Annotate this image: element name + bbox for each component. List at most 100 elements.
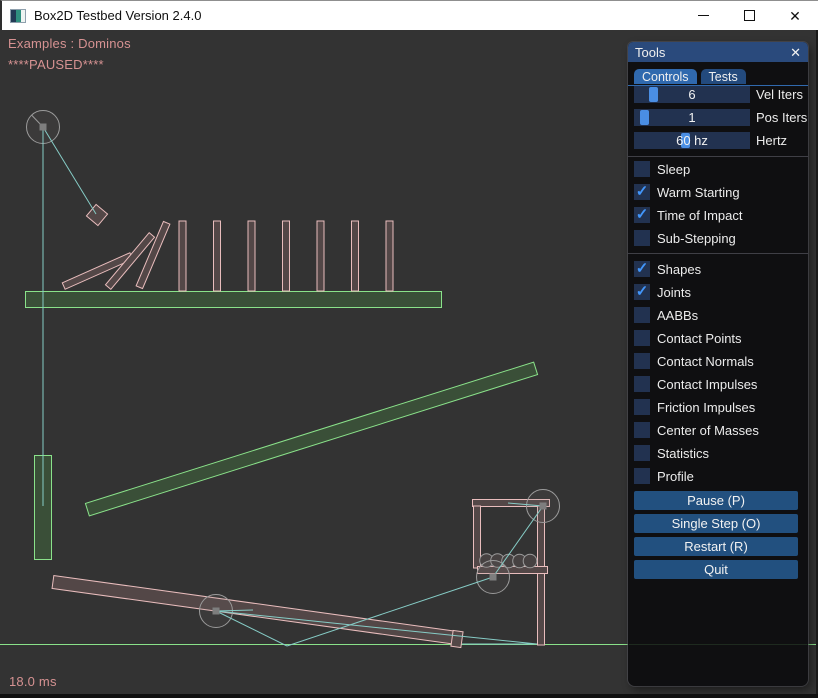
domino-shelf [26, 292, 442, 308]
ramp-plank [85, 362, 537, 516]
simulation-canvas[interactable]: Examples : Dominos ****PAUSED**** 18.0 m… [0, 30, 818, 698]
slider-pos-iters[interactable]: 1 Pos Iters [634, 109, 808, 126]
domino-fallen[interactable] [136, 221, 170, 288]
separator [628, 253, 808, 254]
anchor-square [540, 503, 547, 510]
checkbox-time-of-impact[interactable]: ✓ Time of Impact [634, 207, 808, 223]
checkbox-label: Warm Starting [657, 185, 740, 200]
solver-options: ✓ Sleep ✓ Warm Starting ✓ Time of Impact… [628, 161, 808, 246]
checkbox-box[interactable]: ✓ [634, 399, 650, 415]
maximize-button[interactable] [726, 1, 772, 31]
checkbox-label: Time of Impact [657, 208, 742, 223]
checkbox-box[interactable]: ✓ [634, 468, 650, 484]
domino-upright[interactable] [179, 221, 186, 291]
domino-upright[interactable] [317, 221, 324, 291]
close-button[interactable]: ✕ [772, 1, 818, 31]
quit-button[interactable]: Quit [634, 560, 798, 579]
checkbox-box[interactable]: ✓ [634, 161, 650, 177]
check-icon: ✓ [636, 282, 649, 300]
slider-track[interactable]: 60 hz [634, 132, 750, 149]
checkbox-label: Contact Normals [657, 354, 754, 369]
slider-label: Vel Iters [756, 87, 803, 102]
minimize-icon [698, 15, 709, 16]
paused-label: ****PAUSED**** [8, 57, 104, 72]
checkbox-label: Statistics [657, 446, 709, 461]
checkbox-box[interactable]: ✓ [634, 261, 650, 277]
checkbox-box[interactable]: ✓ [634, 184, 650, 200]
tab-bar: Controls Tests [634, 69, 808, 84]
pause-button[interactable]: Pause (P) [634, 491, 798, 510]
tab-controls[interactable]: Controls [634, 69, 697, 84]
close-icon: ✕ [789, 9, 801, 23]
checkbox-box[interactable]: ✓ [634, 284, 650, 300]
draw-options: ✓ Shapes ✓ Joints ✓ AABBs ✓ Contact Poin… [628, 261, 808, 484]
checkbox-contact-points[interactable]: ✓ Contact Points [634, 330, 808, 346]
small-ball[interactable] [523, 554, 537, 568]
plank-end-block[interactable] [451, 630, 463, 647]
separator [628, 156, 808, 157]
maximize-icon [744, 10, 755, 21]
checkbox-sleep[interactable]: ✓ Sleep [634, 161, 808, 177]
checkbox-statistics[interactable]: ✓ Statistics [634, 445, 808, 461]
checkbox-friction-impulses[interactable]: ✓ Friction Impulses [634, 399, 808, 415]
checkbox-box[interactable]: ✓ [634, 376, 650, 392]
checkbox-box[interactable]: ✓ [634, 307, 650, 323]
joint-anchors [40, 124, 547, 615]
panel-close-icon[interactable]: ✕ [790, 46, 801, 59]
checkbox-aabbs[interactable]: ✓ AABBs [634, 307, 808, 323]
titlebar: Box2D Testbed Version 2.4.0 ✕ [0, 0, 818, 30]
dynamic-bodies[interactable] [52, 204, 549, 647]
restart-button[interactable]: Restart (R) [634, 537, 798, 556]
checkbox-box[interactable]: ✓ [634, 422, 650, 438]
domino-upright[interactable] [248, 221, 255, 291]
seesaw-plank[interactable] [52, 576, 458, 645]
slider-label: Hertz [756, 133, 787, 148]
checkbox-box[interactable]: ✓ [634, 353, 650, 369]
checkbox-label: Profile [657, 469, 694, 484]
checkbox-contact-normals[interactable]: ✓ Contact Normals [634, 353, 808, 369]
checkbox-contact-impulses[interactable]: ✓ Contact Impulses [634, 376, 808, 392]
window-title: Box2D Testbed Version 2.4.0 [34, 8, 201, 23]
checkbox-label: Contact Impulses [657, 377, 757, 392]
panel-titlebar[interactable]: Tools ✕ [628, 42, 808, 62]
domino-upright[interactable] [214, 221, 221, 291]
domino-upright[interactable] [283, 221, 290, 291]
checkbox-center-of-masses[interactable]: ✓ Center of Masses [634, 422, 808, 438]
example-label: Examples : Dominos [8, 36, 131, 51]
frame-right-post[interactable] [538, 506, 545, 645]
checkbox-label: Center of Masses [657, 423, 759, 438]
checkbox-box[interactable]: ✓ [634, 230, 650, 246]
slider-label: Pos Iters [756, 110, 807, 125]
action-buttons: Pause (P) Single Step (O) Restart (R) Qu… [628, 491, 808, 579]
frame-time-label: 18.0 ms [9, 674, 57, 689]
checkbox-profile[interactable]: ✓ Profile [634, 468, 808, 484]
checkbox-warm-starting[interactable]: ✓ Warm Starting [634, 184, 808, 200]
checkbox-label: Shapes [657, 262, 701, 277]
checkbox-box[interactable]: ✓ [634, 330, 650, 346]
single-step-button[interactable]: Single Step (O) [634, 514, 798, 533]
check-icon: ✓ [636, 205, 649, 223]
pendulum-box[interactable] [86, 204, 107, 225]
domino-upright[interactable] [352, 221, 359, 291]
checkbox-box[interactable]: ✓ [634, 445, 650, 461]
checkbox-box[interactable]: ✓ [634, 207, 650, 223]
check-icon: ✓ [636, 259, 649, 277]
window-frame-edge [0, 694, 818, 698]
tab-tests[interactable]: Tests [701, 69, 746, 84]
checkbox-sub-stepping[interactable]: ✓ Sub-Stepping [634, 230, 808, 246]
app-icon-part [21, 10, 25, 22]
checkbox-joints[interactable]: ✓ Joints [634, 284, 808, 300]
slider-hertz[interactable]: 60 hz Hertz [634, 132, 808, 149]
slider-vel-iters[interactable]: 6 Vel Iters [634, 86, 808, 103]
anchor-square [490, 574, 497, 581]
checkbox-label: Sleep [657, 162, 690, 177]
minimize-button[interactable] [680, 1, 726, 31]
slider-track[interactable]: 6 [634, 86, 750, 103]
tools-panel: Tools ✕ Controls Tests 6 Vel Iters 1 Pos… [628, 42, 808, 686]
slider-track[interactable]: 1 [634, 109, 750, 126]
static-green-bodies [26, 292, 538, 560]
checkbox-shapes[interactable]: ✓ Shapes [634, 261, 808, 277]
domino-upright[interactable] [386, 221, 393, 291]
app-icon [10, 9, 26, 23]
ground-line-showthrough [629, 644, 807, 645]
